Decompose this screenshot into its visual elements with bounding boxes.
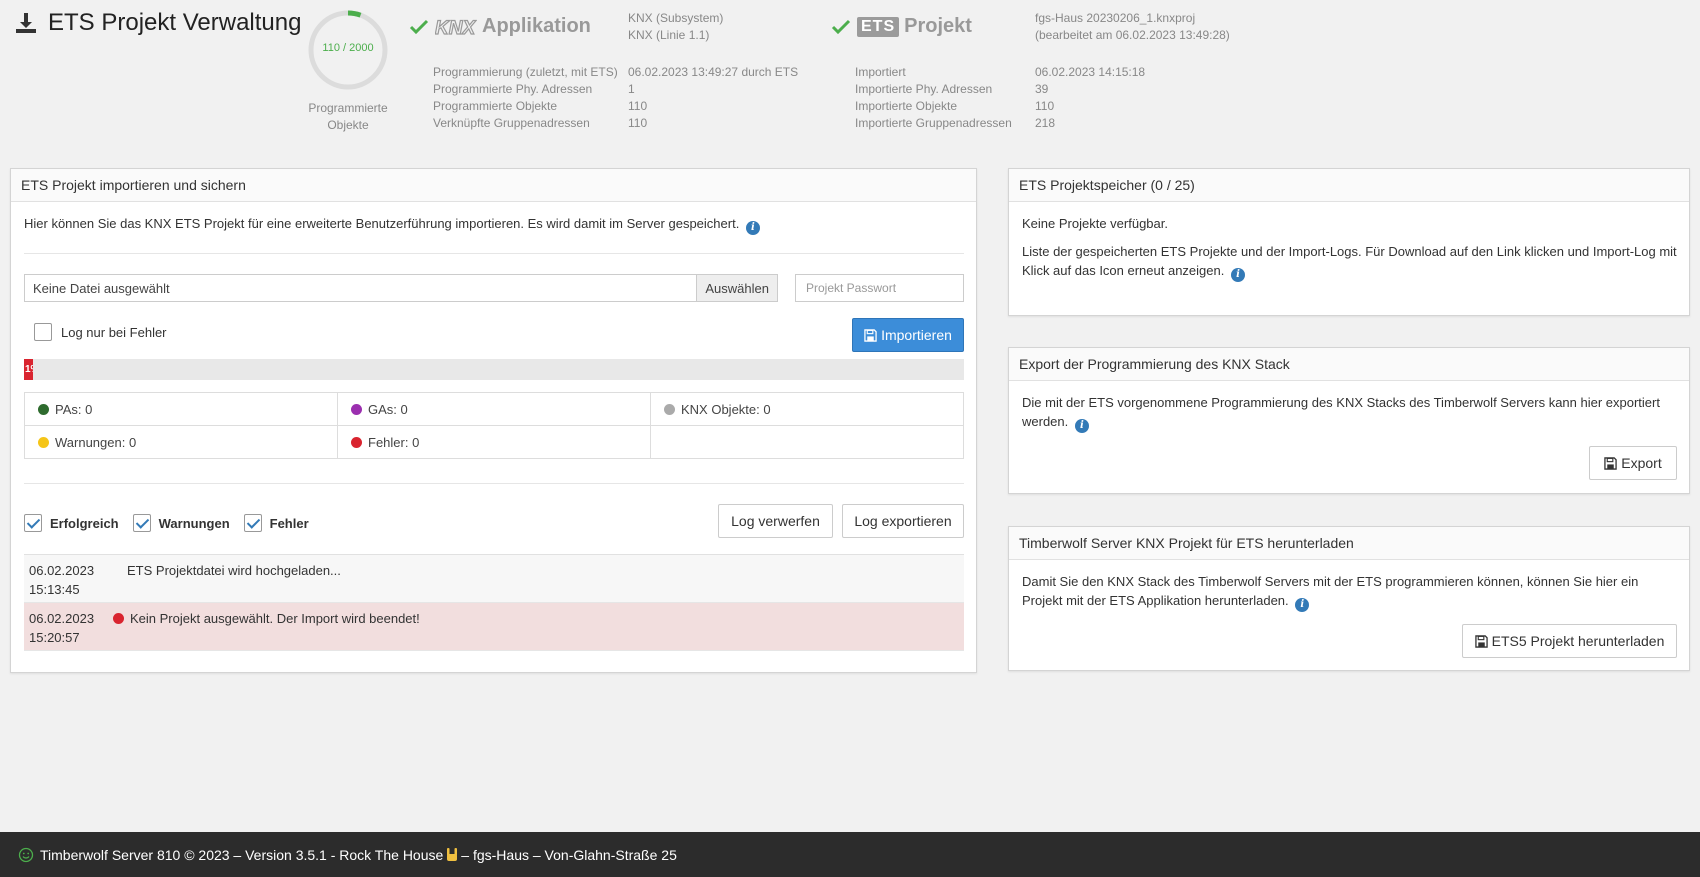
download-panel-title: Timberwolf Server KNX Projekt für ETS he… (1009, 527, 1689, 560)
storage-empty-text: Keine Projekte verfügbar. (1022, 216, 1168, 231)
ets-project-download-panel: Timberwolf Server KNX Projekt für ETS he… (1008, 526, 1690, 671)
filter-errors-checkbox[interactable] (243, 514, 262, 532)
page-header: ETS Projekt Verwaltung 110 / 2000 Progra… (0, 0, 1700, 150)
rock-hand-icon (447, 847, 458, 861)
export-panel-title: Export der Programmierung des KNX Stack (1009, 348, 1689, 381)
floppy-disk-icon (864, 328, 877, 342)
grey-dot-icon (664, 403, 675, 415)
project-storage-panel: ETS Projektspeicher (0 / 25) Keine Proje… (1008, 168, 1690, 316)
svg-text:KNX: KNX (435, 18, 476, 38)
download-ets5-project-button[interactable]: ETS5 Projekt herunterladen (1462, 624, 1677, 658)
floppy-disk-icon (1474, 634, 1488, 648)
browse-button[interactable]: Auswählen (696, 275, 777, 301)
info-icon[interactable]: i (1230, 268, 1245, 282)
filter-success[interactable]: Erfolgreich (24, 514, 119, 532)
projekt-title: Projekt (904, 15, 972, 37)
info-icon[interactable]: i (1074, 419, 1089, 433)
info-icon[interactable]: i (745, 221, 760, 235)
projekt-details: Importiert 06.02.2023 14:15:18 Importiert… (855, 65, 1146, 130)
check-icon (409, 19, 429, 34)
log-filters: Erfolgreich Warnungen Fehler (24, 514, 323, 532)
stat-gas: GAs: 0 (337, 392, 651, 426)
project-file-input[interactable]: Keine Datei ausgewählt Auswählen (24, 274, 778, 302)
storage-panel-title: ETS Projektspeicher (0 / 25) (1009, 169, 1689, 202)
info-icon[interactable]: i (1295, 598, 1310, 612)
applikation-title: Applikation (482, 15, 591, 37)
knx-logo-icon: KNX (435, 17, 477, 38)
projekt-file-info: fgs-Haus 20230206_1.knxproj (bearbeitet … (1035, 11, 1230, 42)
footer: Timberwolf Server 810 © 2023 – Version 3… (0, 832, 1700, 877)
footer-location: – fgs-Haus – Von-Glahn-Straße 25 (461, 846, 677, 863)
applikation-heading: KNX Applikation (409, 15, 591, 38)
stat-pas: PAs: 0 (24, 392, 338, 426)
import-panel: ETS Projekt importieren und sichern Hier… (10, 168, 977, 673)
export-log-button[interactable]: Log exportieren (842, 504, 964, 538)
log-entry: 06.02.2023 15:13:45 ETS Projektdatei wird… (24, 555, 964, 603)
filter-warnings[interactable]: Warnungen (132, 514, 230, 532)
smiley-icon (18, 847, 34, 862)
divider (24, 253, 964, 254)
programmed-objects-gauge: 110 / 2000 Programmierte Objekte (305, 8, 391, 134)
import-progress-bar: 1% (24, 359, 964, 380)
progress-fill: 1% (24, 359, 34, 380)
purple-dot-icon (351, 403, 362, 415)
footer-text: Timberwolf Server 810 © 2023 – Version 3… (40, 846, 444, 863)
import-stats-table: PAs: 0 GAs: 0 KNX Objekte: 0 Warnungen: … (24, 392, 964, 459)
filter-errors[interactable]: Fehler (243, 514, 309, 532)
green-dot-icon (38, 403, 49, 415)
discard-log-button[interactable]: Log verwerfen (718, 504, 833, 538)
filter-success-checkbox[interactable] (24, 514, 42, 532)
knx-stack-export-panel: Export der Programmierung des KNX Stack … (1008, 347, 1690, 494)
filter-warnings-checkbox[interactable] (132, 514, 151, 532)
ets-logo-badge: ETS (857, 16, 900, 37)
download-icon (16, 13, 36, 33)
stat-knx-objects: KNX Objekte: 0 (650, 392, 964, 426)
applikation-subsystem: KNX (Subsystem) KNX (Linie 1.1) (628, 11, 724, 42)
log-entry: 06.02.2023 15:20:57 Kein Projekt ausgewäh… (24, 603, 964, 651)
page-title-text: ETS Projekt Verwaltung (48, 9, 302, 36)
import-intro: Hier können Sie das KNX ETS Projekt für … (24, 214, 760, 235)
import-log: 06.02.2023 15:13:45 ETS Projektdatei wird… (24, 554, 964, 651)
export-description: Die mit der ETS vorgenommene Programmier… (1022, 395, 1660, 433)
import-button[interactable]: Importieren (852, 318, 964, 352)
import-panel-title: ETS Projekt importieren und sichern (11, 169, 976, 202)
page-title: ETS Projekt Verwaltung (14, 9, 301, 37)
stat-empty (650, 425, 964, 459)
download-description: Damit Sie den KNX Stack des Timberwolf S… (1022, 574, 1639, 612)
project-password-input[interactable] (795, 274, 964, 302)
divider (24, 483, 964, 484)
stat-warnings: Warnungen: 0 (24, 425, 338, 459)
yellow-dot-icon (38, 436, 49, 448)
log-only-errors-option[interactable]: Log nur bei Fehler (34, 323, 167, 341)
selected-file-name: Keine Datei ausgewählt (33, 280, 170, 296)
error-dot-icon (113, 613, 124, 624)
gauge-label: 110 / 2000 (322, 42, 374, 54)
applikation-details: Programmierung (zuletzt, mit ETS) 06.02.2… (433, 65, 799, 130)
check-icon (831, 19, 851, 34)
export-button[interactable]: Export (1589, 446, 1677, 480)
red-dot-icon (351, 436, 362, 448)
storage-description: Liste der gespeicherten ETS Projekte und… (1022, 244, 1677, 282)
floppy-disk-icon (1604, 456, 1617, 470)
projekt-heading: ETS Projekt (831, 15, 972, 38)
stat-errors: Fehler: 0 (337, 425, 651, 459)
log-only-errors-checkbox[interactable] (34, 323, 52, 341)
gauge-caption: Programmierte Objekte (308, 101, 388, 132)
